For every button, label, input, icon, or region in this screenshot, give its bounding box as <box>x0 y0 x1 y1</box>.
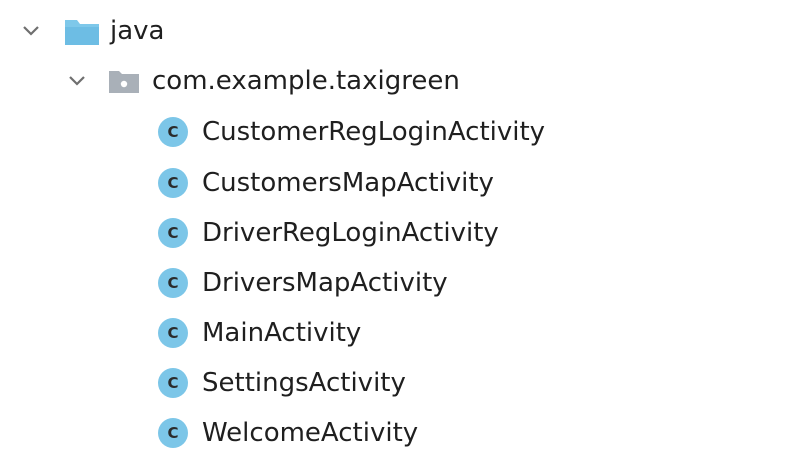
class-icon: C <box>156 266 190 300</box>
tree-node-class[interactable]: C DriversMapActivity <box>156 258 448 308</box>
class-icon: C <box>156 316 190 350</box>
svg-text:C: C <box>167 224 178 242</box>
tree-node-label: DriversMapActivity <box>202 268 448 298</box>
svg-text:C: C <box>167 424 178 442</box>
tree-node-label: WelcomeActivity <box>202 418 419 448</box>
class-icon: C <box>156 416 190 450</box>
tree-node-class[interactable]: C CustomerRegLoginActivity <box>156 107 545 157</box>
chevron-down-icon[interactable] <box>62 66 92 96</box>
tree-node-label: SettingsActivity <box>202 368 406 398</box>
tree-node-class[interactable]: C CustomersMapActivity <box>156 158 494 208</box>
tree-node-label: java <box>110 16 165 46</box>
tree-node-label: CustomerRegLoginActivity <box>202 117 546 147</box>
chevron-down-icon[interactable] <box>16 16 46 46</box>
class-icon: C <box>156 166 190 200</box>
folder-icon <box>64 15 104 47</box>
svg-text:C: C <box>167 374 178 392</box>
svg-text:C: C <box>167 274 178 292</box>
tree-node-class[interactable]: C DriverRegLoginActivity <box>156 208 499 258</box>
tree-node-package[interactable]: com.example.taxigreen <box>62 56 460 106</box>
package-icon <box>108 65 148 97</box>
class-icon: C <box>156 366 190 400</box>
class-icon: C <box>156 216 190 250</box>
class-icon: C <box>156 115 190 149</box>
svg-text:C: C <box>167 123 178 141</box>
tree-node-label: MainActivity <box>202 318 362 348</box>
project-tree: java com.example.taxigreen C CustomerReg… <box>0 0 810 456</box>
tree-node-class[interactable]: C WelcomeActivity <box>156 408 418 456</box>
tree-node-class[interactable]: C SettingsActivity <box>156 358 406 408</box>
tree-node-label: com.example.taxigreen <box>152 66 460 96</box>
tree-node-class[interactable]: C MainActivity <box>156 308 361 358</box>
tree-node-label: DriverRegLoginActivity <box>202 218 499 248</box>
tree-node-java[interactable]: java <box>16 6 164 56</box>
tree-node-label: CustomersMapActivity <box>202 168 494 198</box>
svg-text:C: C <box>167 174 178 192</box>
svg-text:C: C <box>167 324 178 342</box>
